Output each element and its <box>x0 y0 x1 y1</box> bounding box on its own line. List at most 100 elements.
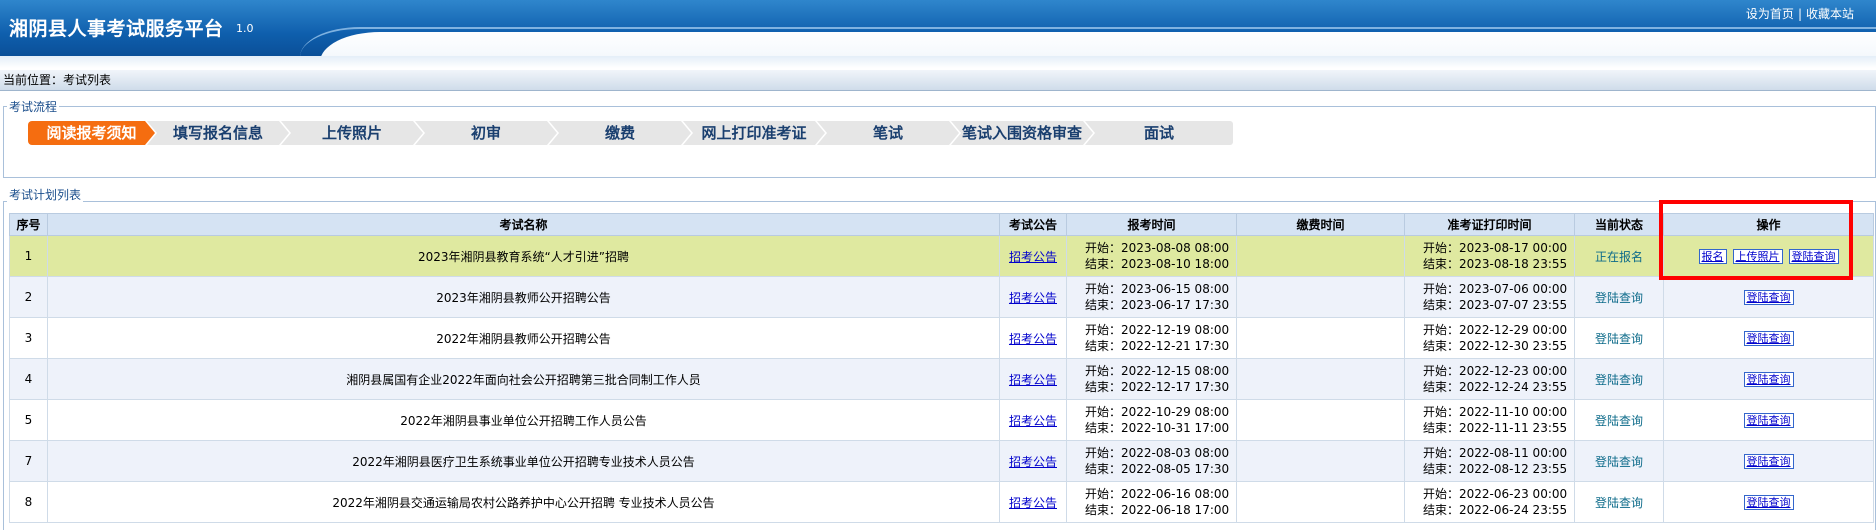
login-query-button[interactable]: 登陆查询 <box>1743 330 1794 346</box>
print-time: 开始：2022-08-11 00:00 结束：2022-08-12 23:55 <box>1404 440 1575 482</box>
notice-cell: 招考公告 <box>999 358 1067 400</box>
flow-step-read-notice: 阅读报考须知 <box>28 121 155 145</box>
flow-step-fill-info: 填写报名信息 <box>147 121 289 145</box>
row-no: 2 <box>9 276 48 318</box>
flow-step-first-review: 初审 <box>415 121 557 145</box>
print-start: 开始：2022-06-23 00:00 <box>1423 487 1568 501</box>
status[interactable]: 登陆查询 <box>1574 481 1664 523</box>
table-row: 8 2022年湘阴县交通运输局农村公路养护中心公开招聘 专业技术人员公告 招考公… <box>9 481 1874 523</box>
print-end: 结束：2022-11-11 23:55 <box>1423 421 1568 435</box>
print-start: 开始：2022-08-11 00:00 <box>1423 446 1568 460</box>
status: 正在报名 <box>1574 235 1664 277</box>
reg-time: 开始：2022-12-15 08:00 结束：2022-12-17 17:30 <box>1066 358 1237 400</box>
reg-time: 开始：2022-10-29 08:00 结束：2022-10-31 17:00 <box>1066 399 1237 441</box>
pay-time <box>1236 481 1405 523</box>
col-name: 考试名称 <box>47 213 1000 236</box>
ops-cell: 登陆查询 <box>1663 399 1874 441</box>
reg-time: 开始：2022-06-16 08:00 结束：2022-06-18 17:00 <box>1066 481 1237 523</box>
pay-time <box>1236 276 1405 318</box>
print-start: 开始：2022-12-23 00:00 <box>1423 364 1568 378</box>
table-row: 3 2022年湘阴县教师公开招聘公告 招考公告 开始：2022-12-19 08… <box>9 317 1874 359</box>
notice-cell: 招考公告 <box>999 317 1067 359</box>
ops-cell: 登陆查询 <box>1663 358 1874 400</box>
print-time: 开始：2023-07-06 00:00 结束：2023-07-07 23:55 <box>1404 276 1575 318</box>
login-query-button[interactable]: 登陆查询 <box>1743 494 1794 510</box>
list-legend: 考试计划列表 <box>7 186 84 203</box>
notice-cell: 招考公告 <box>999 440 1067 482</box>
table-row: 1 2023年湘阴县教育系统“人才引进”招聘 招考公告 开始：2023-08-0… <box>9 235 1874 277</box>
print-end: 结束：2022-06-24 23:55 <box>1423 503 1568 517</box>
notice-link[interactable]: 招考公告 <box>1009 414 1057 428</box>
ops-cell: 登陆查询 <box>1663 317 1874 359</box>
print-time: 开始：2022-12-29 00:00 结束：2022-12-30 23:55 <box>1404 317 1575 359</box>
print-start: 开始：2022-12-29 00:00 <box>1423 323 1568 337</box>
flow-step-upload-photo: 上传照片 <box>281 121 423 145</box>
row-no: 4 <box>9 358 48 400</box>
reg-time: 开始：2023-08-08 08:00 结束：2023-08-10 18:00 <box>1066 235 1237 277</box>
status[interactable]: 登陆查询 <box>1574 276 1664 318</box>
status[interactable]: 登陆查询 <box>1574 317 1664 359</box>
login-query-button[interactable]: 登陆查询 <box>1743 453 1794 469</box>
print-end: 结束：2023-08-18 23:55 <box>1423 257 1568 271</box>
exam-name: 2023年湘阴县教师公开招聘公告 <box>47 276 1000 318</box>
reg-end: 结束：2023-06-17 17:30 <box>1085 298 1230 312</box>
reg-start: 开始：2022-08-03 08:00 <box>1085 446 1230 460</box>
exam-name: 2022年湘阴县事业单位公开招聘工作人员公告 <box>47 399 1000 441</box>
exam-name: 2022年湘阴县医疗卫生系统事业单位公开招聘专业技术人员公告 <box>47 440 1000 482</box>
print-time: 开始：2022-06-23 00:00 结束：2022-06-24 23:55 <box>1404 481 1575 523</box>
set-homepage-link[interactable]: 设为首页 <box>1746 7 1794 21</box>
pay-time <box>1236 358 1405 400</box>
col-print-time: 准考证打印时间 <box>1404 213 1575 236</box>
pay-time <box>1236 235 1405 277</box>
header-bottom-band <box>0 56 1876 68</box>
login-query-button[interactable]: 登陆查询 <box>1743 412 1794 428</box>
notice-cell: 招考公告 <box>999 399 1067 441</box>
pay-time <box>1236 440 1405 482</box>
exam-name: 2023年湘阴县教育系统“人才引进”招聘 <box>47 235 1000 277</box>
table-header: 序号 考试名称 考试公告 报考时间 缴费时间 准考证打印时间 当前状态 操作 <box>9 213 1874 236</box>
header-swoosh-line <box>300 27 1876 56</box>
row-no: 5 <box>9 399 48 441</box>
table-row: 5 2022年湘阴县事业单位公开招聘工作人员公告 招考公告 开始：2022-10… <box>9 399 1874 441</box>
login-query-button[interactable]: 登陆查询 <box>1743 371 1794 387</box>
reg-start: 开始：2022-06-16 08:00 <box>1085 487 1230 501</box>
status[interactable]: 登陆查询 <box>1574 440 1664 482</box>
notice-link[interactable]: 招考公告 <box>1009 291 1057 305</box>
col-notice: 考试公告 <box>999 213 1067 236</box>
page: 湘阴县人事考试服务平台 1.0 设为首页 | 收藏本站 当前位置：考试列表 考试流程… <box>0 0 1876 530</box>
print-end: 结束：2022-12-30 23:55 <box>1423 339 1568 353</box>
col-reg-time: 报考时间 <box>1066 213 1237 236</box>
notice-link[interactable]: 招考公告 <box>1009 496 1057 510</box>
reg-start: 开始：2022-12-19 08:00 <box>1085 323 1230 337</box>
reg-end: 结束：2022-06-18 17:00 <box>1085 503 1230 517</box>
site-version: 1.0 <box>236 22 254 35</box>
notice-link[interactable]: 招考公告 <box>1009 332 1057 346</box>
notice-link[interactable]: 招考公告 <box>1009 373 1057 387</box>
annotation-highlight-box <box>1659 200 1853 280</box>
print-end: 结束：2023-07-07 23:55 <box>1423 298 1568 312</box>
bookmark-link[interactable]: 收藏本站 <box>1806 7 1854 21</box>
print-start: 开始：2023-08-17 00:00 <box>1423 241 1568 255</box>
login-query-button[interactable]: 登陆查询 <box>1743 289 1794 305</box>
notice-link[interactable]: 招考公告 <box>1009 250 1057 264</box>
flow-legend: 考试流程 <box>7 98 60 115</box>
exam-name: 湘阴县属国有企业2022年面向社会公开招聘第三批合同制工作人员 <box>47 358 1000 400</box>
reg-start: 开始：2022-10-29 08:00 <box>1085 405 1230 419</box>
row-no: 3 <box>9 317 48 359</box>
status[interactable]: 登陆查询 <box>1574 358 1664 400</box>
notice-cell: 招考公告 <box>999 235 1067 277</box>
col-no: 序号 <box>9 213 48 236</box>
notice-cell: 招考公告 <box>999 276 1067 318</box>
exam-flow: 阅读报考须知 填写报名信息 上传照片 初审 缴费 网上打印准考证 笔试 笔试入围… <box>28 121 1233 145</box>
table-row: 4 湘阴县属国有企业2022年面向社会公开招聘第三批合同制工作人员 招考公告 开… <box>9 358 1874 400</box>
status[interactable]: 登陆查询 <box>1574 399 1664 441</box>
notice-link[interactable]: 招考公告 <box>1009 455 1057 469</box>
flow-step-written-exam: 笔试 <box>817 121 959 145</box>
print-end: 结束：2022-12-24 23:55 <box>1423 380 1568 394</box>
reg-end: 结束：2022-12-17 17:30 <box>1085 380 1230 394</box>
ops-cell: 登陆查询 <box>1663 440 1874 482</box>
row-no: 8 <box>9 481 48 523</box>
header: 湘阴县人事考试服务平台 1.0 设为首页 | 收藏本站 <box>0 0 1876 56</box>
reg-end: 结束：2022-12-21 17:30 <box>1085 339 1230 353</box>
row-no: 7 <box>9 440 48 482</box>
